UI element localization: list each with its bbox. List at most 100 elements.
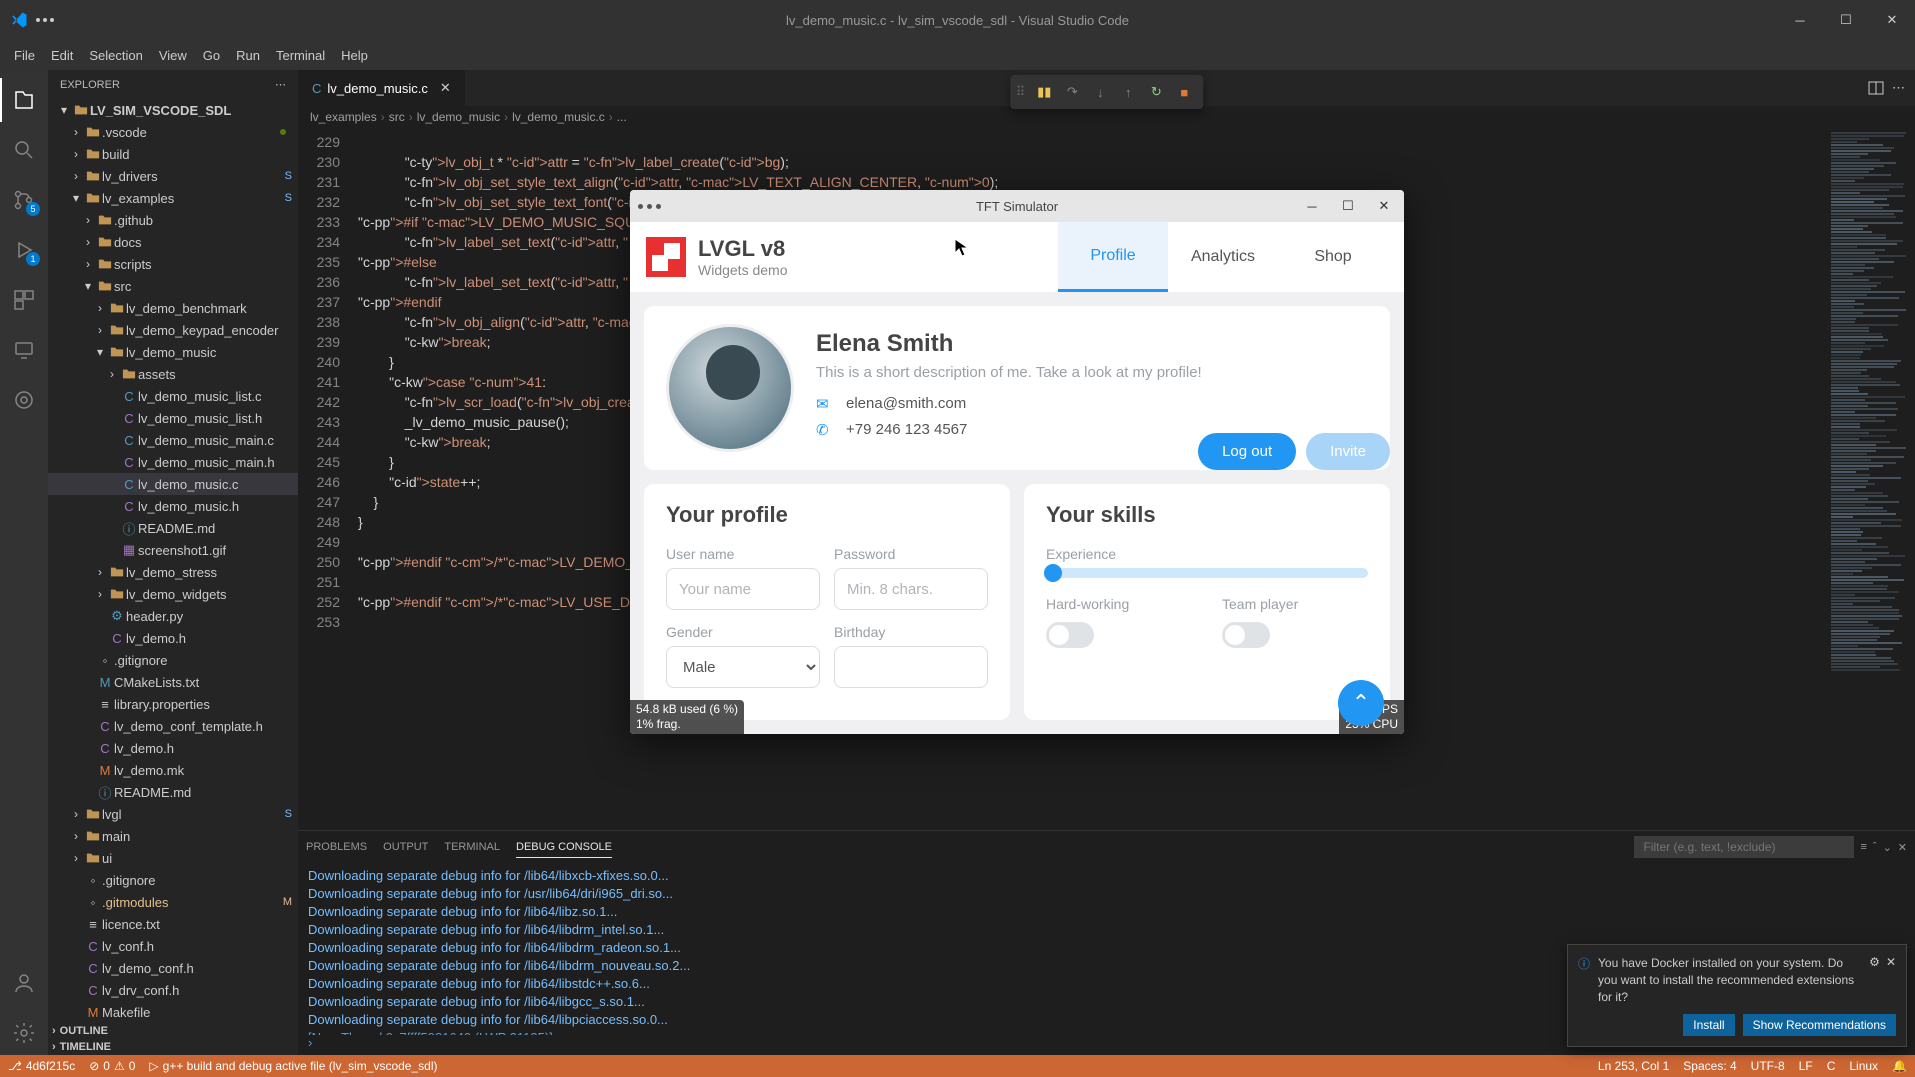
more-icon[interactable]: ⋯ — [1892, 80, 1905, 96]
more-icon[interactable]: ⋯ — [275, 78, 286, 91]
problems-count[interactable]: ⊘ 0 ⚠ 0 — [89, 1059, 135, 1073]
tree-item[interactable]: ◦.gitignore — [48, 649, 298, 671]
step-over-button[interactable]: ↷ — [1059, 79, 1085, 105]
tree-item[interactable]: ›lv_driversS — [48, 165, 298, 187]
activity-scm[interactable]: 5 — [0, 178, 48, 222]
tree-item[interactable]: ›docs — [48, 231, 298, 253]
activity-search[interactable] — [0, 128, 48, 172]
menu-selection[interactable]: Selection — [81, 44, 150, 67]
activity-debug[interactable]: 1 — [0, 228, 48, 272]
split-editor-icon[interactable] — [1868, 80, 1884, 96]
encoding[interactable]: UTF-8 — [1751, 1059, 1785, 1073]
tree-item[interactable]: ▦screenshot1.gif — [48, 539, 298, 561]
collapse-icon[interactable]: ˆ — [1873, 841, 1877, 853]
password-input[interactable] — [834, 568, 988, 610]
filter-input[interactable] — [1634, 836, 1854, 858]
step-out-button[interactable]: ↑ — [1115, 79, 1141, 105]
debug-config[interactable]: ▷ g++ build and debug active file (lv_si… — [149, 1059, 437, 1073]
tree-item[interactable]: Clv_demo_music.c — [48, 473, 298, 495]
menu-file[interactable]: File — [6, 44, 43, 67]
close-button[interactable]: ✕ — [1368, 194, 1400, 218]
tree-item[interactable]: Clv_demo_conf.h — [48, 957, 298, 979]
tree-item[interactable]: ›lv_demo_widgets — [48, 583, 298, 605]
tree-item[interactable]: ›main — [48, 825, 298, 847]
maximize-button[interactable]: ☐ — [1332, 194, 1364, 218]
tree-item[interactable]: ›scripts — [48, 253, 298, 275]
menu-view[interactable]: View — [151, 44, 195, 67]
tree-item[interactable]: ›.github — [48, 209, 298, 231]
tab-analytics[interactable]: Analytics — [1168, 222, 1278, 292]
close-button[interactable]: ✕ — [1869, 0, 1915, 40]
tree-item[interactable]: ⓘREADME.md — [48, 781, 298, 803]
more-icon[interactable] — [638, 204, 661, 209]
teamplayer-toggle[interactable] — [1222, 622, 1270, 648]
panel-tab-output[interactable]: OUTPUT — [383, 837, 428, 857]
tree-item[interactable]: Clv_demo_music_main.h — [48, 451, 298, 473]
settings-icon[interactable]: ≡ — [1860, 841, 1866, 853]
panel-tab-terminal[interactable]: TERMINAL — [444, 837, 500, 857]
close-icon[interactable]: ✕ — [440, 80, 451, 96]
activity-extensions[interactable] — [0, 278, 48, 322]
tree-item[interactable]: Clv_demo_music_list.c — [48, 385, 298, 407]
language-mode[interactable]: C — [1827, 1059, 1836, 1073]
tree-item[interactable]: ▾lv_demo_music — [48, 341, 298, 363]
tree-item[interactable]: ›lv_demo_stress — [48, 561, 298, 583]
tree-item[interactable]: ⓘREADME.md — [48, 517, 298, 539]
gender-select[interactable]: Male — [666, 646, 820, 688]
tree-item[interactable]: Clv_demo_music_list.h — [48, 407, 298, 429]
tft-simulator-window[interactable]: TFT Simulator ─ ☐ ✕ LVGL v8 Widgets demo… — [630, 190, 1404, 734]
tree-item[interactable]: ›assets — [48, 363, 298, 385]
tree-item[interactable]: ≡licence.txt — [48, 913, 298, 935]
tree-item[interactable]: ≡library.properties — [48, 693, 298, 715]
username-input[interactable] — [666, 568, 820, 610]
activity-remote[interactable] — [0, 328, 48, 372]
cursor-position[interactable]: Ln 253, Col 1 — [1598, 1059, 1669, 1073]
tree-item[interactable]: Clv_demo.h — [48, 737, 298, 759]
menu-terminal[interactable]: Terminal — [268, 44, 333, 67]
invite-button[interactable]: Invite — [1306, 433, 1390, 470]
maximize-panel-icon[interactable]: ⌄ — [1883, 841, 1892, 854]
panel-tab-debug-console[interactable]: DEBUG CONSOLE — [516, 837, 612, 858]
minimize-button[interactable]: ─ — [1296, 194, 1328, 218]
activity-testing[interactable] — [0, 378, 48, 422]
tree-item[interactable]: Clv_drv_conf.h — [48, 979, 298, 1001]
menu-run[interactable]: Run — [228, 44, 268, 67]
breadcrumb[interactable]: lv_examples›src›lv_demo_music›lv_demo_mu… — [298, 106, 1915, 128]
tree-item[interactable]: MMakefile — [48, 1001, 298, 1023]
tree-item[interactable]: ▾LV_SIM_VSCODE_SDL — [48, 99, 298, 121]
show-recommendations-button[interactable]: Show Recommendations — [1743, 1014, 1896, 1036]
birthday-input[interactable] — [834, 646, 988, 688]
tab-profile[interactable]: Profile — [1058, 222, 1168, 292]
tree-item[interactable]: Clv_conf.h — [48, 935, 298, 957]
tree-item[interactable]: ›build — [48, 143, 298, 165]
install-button[interactable]: Install — [1683, 1014, 1734, 1036]
maximize-button[interactable]: ☐ — [1823, 0, 1869, 40]
tree-item[interactable]: ›ui — [48, 847, 298, 869]
logout-button[interactable]: Log out — [1198, 433, 1296, 470]
tree-item[interactable]: ›lvglS — [48, 803, 298, 825]
indent[interactable]: Spaces: 4 — [1683, 1059, 1736, 1073]
menu-edit[interactable]: Edit — [43, 44, 81, 67]
pause-button[interactable]: ▮▮ — [1031, 79, 1057, 105]
sim-titlebar[interactable]: TFT Simulator ─ ☐ ✕ — [630, 190, 1404, 222]
tab-shop[interactable]: Shop — [1278, 222, 1388, 292]
tree-item[interactable]: Clv_demo_music_main.c — [48, 429, 298, 451]
drag-handle-icon[interactable]: ⠿ — [1016, 84, 1026, 100]
hardworking-toggle[interactable] — [1046, 622, 1094, 648]
activity-settings[interactable] — [0, 1011, 48, 1055]
git-branch[interactable]: ⎇ 4d6f215c — [8, 1059, 75, 1073]
tree-item[interactable]: Clv_demo.h — [48, 627, 298, 649]
stop-button[interactable]: ■ — [1171, 79, 1197, 105]
gear-icon[interactable]: ⚙ — [1869, 955, 1880, 969]
tree-item[interactable]: MCMakeLists.txt — [48, 671, 298, 693]
restart-button[interactable]: ↻ — [1143, 79, 1169, 105]
tree-item[interactable]: ⚙header.py — [48, 605, 298, 627]
activity-account[interactable] — [0, 961, 48, 1005]
outline-section[interactable]: ›OUTLINE — [48, 1023, 298, 1039]
tree-item[interactable]: Clv_demo_music.h — [48, 495, 298, 517]
tree-item[interactable]: Mlv_demo.mk — [48, 759, 298, 781]
tree-item[interactable]: ◦.gitignore — [48, 869, 298, 891]
panel-tab-problems[interactable]: PROBLEMS — [306, 837, 367, 857]
tree-item[interactable]: ›.vscode — [48, 121, 298, 143]
tree-item[interactable]: ›lv_demo_keypad_encoder — [48, 319, 298, 341]
